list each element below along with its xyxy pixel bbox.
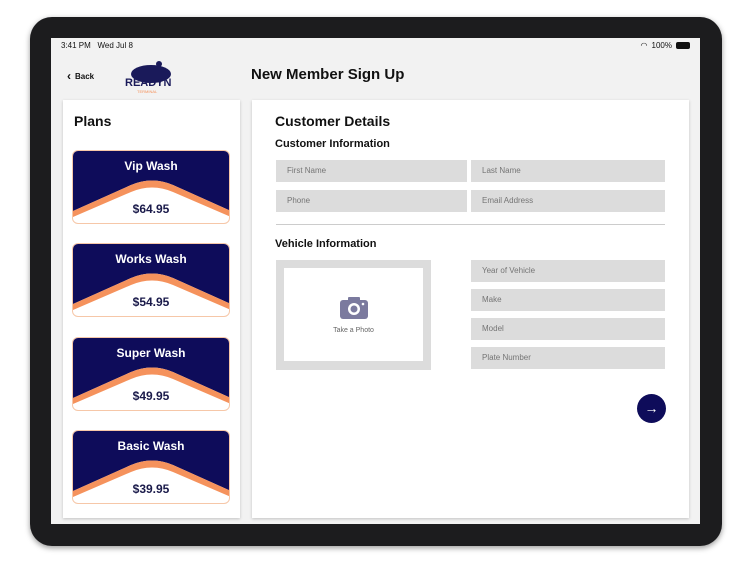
vehicle-info-heading: Vehicle Information — [275, 238, 377, 250]
year-input[interactable] — [471, 260, 665, 282]
plan-name: Basic Wash — [117, 439, 185, 453]
svg-text:TERMINAL: TERMINAL — [137, 89, 158, 94]
screen: 3:41 PM Wed Jul 8 ◠ 100% ‹ Back READYN T… — [51, 38, 700, 524]
plan-card[interactable]: Vip Wash $64.95 — [72, 150, 230, 224]
phone-input[interactable] — [276, 190, 467, 212]
first-name-input[interactable] — [276, 160, 467, 182]
plans-panel: Plans Vip Wash $64.95 Works Wash $54.95 … — [63, 100, 240, 518]
camera-icon — [339, 297, 368, 319]
customer-info-heading: Customer Information — [275, 138, 390, 150]
model-input[interactable] — [471, 318, 665, 340]
wifi-icon: ◠ — [640, 41, 648, 50]
last-name-input[interactable] — [471, 160, 665, 182]
status-time: 3:41 PM Wed Jul 8 — [61, 41, 133, 50]
make-input[interactable] — [471, 289, 665, 311]
battery-icon — [676, 42, 690, 49]
plan-price: $64.95 — [132, 202, 170, 216]
customer-panel: Customer Details Customer Information Ve… — [252, 100, 689, 518]
back-button[interactable]: ‹ Back — [67, 69, 94, 83]
email-input[interactable] — [471, 190, 665, 212]
status-right: ◠ 100% — [641, 41, 690, 50]
photo-box[interactable]: Take a Photo — [276, 260, 431, 370]
battery-text: 100% — [651, 41, 672, 50]
page-title: New Member Sign Up — [251, 66, 405, 83]
plan-card[interactable]: Super Wash $49.95 — [72, 337, 230, 411]
plans-title: Plans — [74, 113, 112, 129]
divider — [276, 224, 665, 225]
plan-name: Super Wash — [116, 346, 186, 360]
take-photo-label: Take a Photo — [333, 327, 374, 334]
plan-card[interactable]: Basic Wash $39.95 — [72, 430, 230, 504]
plate-input[interactable] — [471, 347, 665, 369]
plan-name: Vip Wash — [124, 159, 178, 173]
plan-card[interactable]: Works Wash $54.95 — [72, 243, 230, 317]
arrow-right-icon: → — [644, 400, 659, 416]
plan-price: $39.95 — [132, 482, 170, 496]
chevron-left-icon: ‹ — [67, 69, 71, 83]
plan-price: $49.95 — [132, 389, 170, 403]
svg-text:READYN: READYN — [125, 77, 172, 89]
logo: READYN TERMINAL — [123, 60, 179, 94]
plan-price: $54.95 — [132, 295, 170, 309]
customer-title: Customer Details — [275, 113, 391, 129]
back-label: Back — [75, 71, 95, 81]
next-arrow-button[interactable]: → — [637, 394, 666, 423]
plan-name: Works Wash — [115, 252, 187, 266]
